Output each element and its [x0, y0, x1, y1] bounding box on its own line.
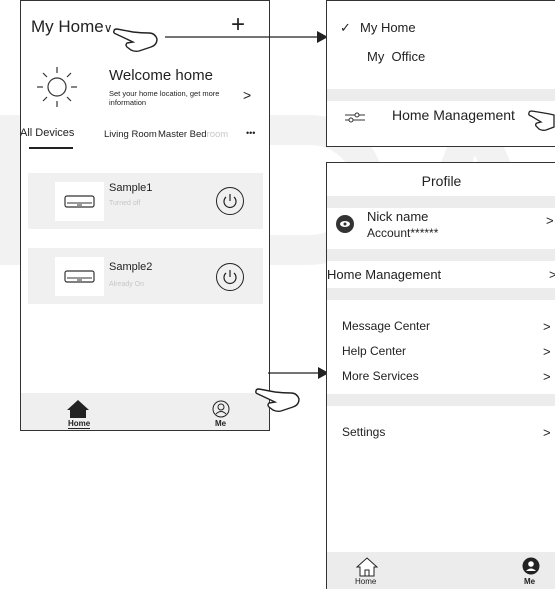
nick-name: Nick name: [367, 209, 429, 224]
home-selector[interactable]: My Home∨: [31, 17, 113, 37]
settings-sliders-icon: [345, 112, 365, 123]
device-name: Sample2: [109, 261, 153, 273]
home-icon[interactable]: [356, 557, 378, 577]
home-management-item[interactable]: Home Management: [392, 107, 515, 123]
hand-pointer-icon: [113, 28, 158, 53]
welcome-arrow-icon[interactable]: >: [243, 87, 251, 103]
power-button[interactable]: [216, 187, 244, 215]
nav-me-label[interactable]: Me: [524, 577, 535, 586]
chevron-right-icon[interactable]: >: [543, 425, 551, 440]
welcome-title: Welcome home: [109, 67, 213, 84]
menu-more-services[interactable]: More Services: [342, 369, 419, 383]
avatar[interactable]: [335, 214, 355, 234]
dropdown-item-my-home[interactable]: My Home: [360, 20, 416, 35]
divider: [327, 196, 555, 208]
hand-pointer-icon: [255, 388, 300, 413]
divider: [327, 394, 555, 406]
device-card[interactable]: Sample1 Turned off: [28, 173, 263, 229]
air-conditioner-icon: [55, 182, 104, 221]
nav-me-label[interactable]: Me: [215, 419, 226, 428]
device-status: Turned off: [109, 200, 141, 207]
check-icon: ✓: [340, 20, 351, 35]
menu-help-center[interactable]: Help Center: [342, 344, 406, 358]
tab-underline: [29, 147, 73, 149]
air-conditioner-icon: [55, 257, 104, 296]
home-dropdown: ✓ My Home My Office Home Management: [326, 0, 555, 147]
welcome-subtitle: Set your home location, get more informat…: [109, 89, 220, 107]
chevron-right-icon[interactable]: >: [543, 319, 551, 334]
sun-icon: [37, 67, 77, 107]
hand-pointer-icon: [528, 110, 555, 131]
chevron-right-icon[interactable]: >: [543, 344, 551, 359]
tab-living-room[interactable]: Living Room: [104, 129, 157, 140]
divider: [327, 249, 555, 261]
profile-icon[interactable]: [522, 557, 540, 575]
nav-home-label[interactable]: Home: [68, 419, 91, 429]
nav-home-label[interactable]: Home: [355, 577, 376, 586]
chevron-right-icon[interactable]: >: [549, 267, 555, 282]
home-icon[interactable]: [66, 399, 90, 419]
profile-icon[interactable]: [212, 400, 230, 418]
menu-message-center[interactable]: Message Center: [342, 319, 430, 333]
divider: [327, 288, 555, 300]
home-screen: My Home∨ + Welcome home Set your home lo…: [20, 0, 270, 431]
tab-master-bedroom[interactable]: Master Bedroom: [158, 129, 228, 140]
menu-settings[interactable]: Settings: [342, 425, 385, 439]
device-name: Sample1: [109, 182, 153, 194]
chevron-right-icon[interactable]: >: [546, 213, 554, 228]
device-status: Already On: [109, 281, 145, 288]
dropdown-item-my-office[interactable]: My Office: [367, 49, 425, 64]
chevron-right-icon[interactable]: >: [543, 369, 551, 384]
bottom-nav: [21, 393, 269, 430]
account-text: Account******: [367, 226, 439, 240]
arrow-icon: [165, 31, 328, 43]
divider: [327, 89, 555, 101]
page-title: Profile: [421, 173, 462, 189]
more-tabs-icon[interactable]: •••: [246, 128, 255, 138]
arrow-icon: [268, 367, 329, 379]
profile-screen: Profile Nick name Account****** > Home M…: [326, 162, 555, 589]
device-card[interactable]: Sample2 Already On: [28, 248, 263, 304]
tab-all-devices[interactable]: All Devices: [20, 127, 74, 139]
power-button[interactable]: [216, 263, 244, 291]
home-management-link[interactable]: Home Management: [327, 267, 441, 282]
